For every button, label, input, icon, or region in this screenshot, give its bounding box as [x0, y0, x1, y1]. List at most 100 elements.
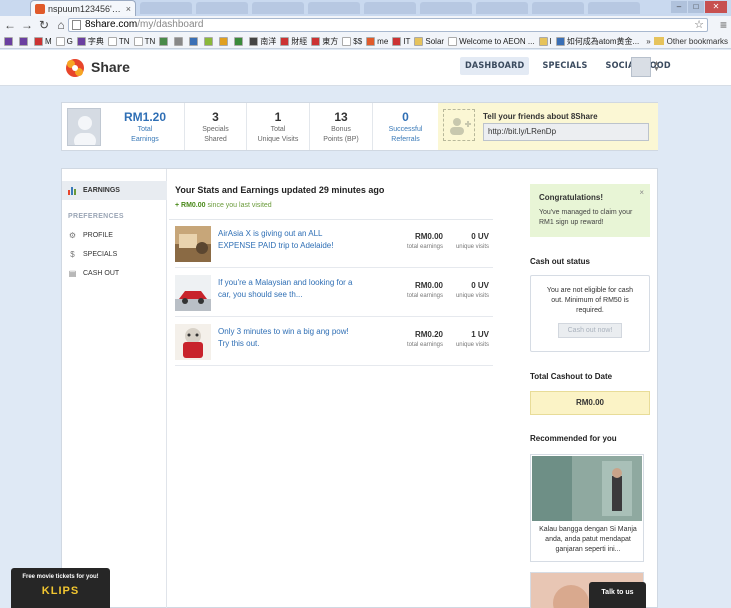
- reload-icon[interactable]: ↻: [37, 18, 51, 32]
- bookmark-icon: [4, 36, 13, 46]
- person-placeholder-icon: [74, 116, 96, 145]
- bookmark-label: $$: [353, 36, 363, 46]
- bookmark-icon: [249, 36, 259, 46]
- deal-title[interactable]: Only 3 minutes to win a big ang pow! Try…: [218, 326, 378, 350]
- klips-logo: KLIPS: [41, 585, 80, 597]
- background-tab[interactable]: [196, 2, 248, 14]
- bookmark-item[interactable]: TN: [107, 36, 130, 46]
- bookmark-label: 財經: [291, 36, 308, 46]
- nav-dashboard[interactable]: DASHBOARD: [460, 57, 530, 75]
- tab-close-icon[interactable]: ×: [126, 4, 131, 14]
- stat-earnings: RM1.20 Total Earnings: [106, 103, 184, 150]
- background-tab[interactable]: [364, 2, 416, 14]
- bookmark-item[interactable]: 字典: [76, 36, 104, 47]
- bookmark-item[interactable]: [204, 36, 215, 46]
- bookmark-item[interactable]: [19, 36, 30, 46]
- background-tab[interactable]: [420, 2, 472, 14]
- back-icon[interactable]: ←: [3, 18, 17, 32]
- deal-row[interactable]: AirAsia X is giving out an ALL EXPENSE P…: [175, 220, 493, 268]
- menu-icon[interactable]: ≡: [720, 18, 727, 32]
- stat-specials-value: 3: [212, 110, 219, 124]
- user-avatar[interactable]: [631, 57, 651, 77]
- invite-link-field[interactable]: http://bit.ly/LRenDp: [483, 123, 649, 141]
- bookmark-item[interactable]: [159, 36, 170, 46]
- home-icon[interactable]: ⌂: [54, 18, 68, 32]
- background-tab[interactable]: [476, 2, 528, 14]
- forward-icon[interactable]: →: [20, 18, 34, 32]
- other-bookmarks-link[interactable]: Other bookmarks: [667, 37, 728, 46]
- sidebar-item-label: EARNINGS: [83, 187, 120, 194]
- bookmark-item[interactable]: [189, 36, 200, 46]
- bookmark-item[interactable]: $$: [342, 36, 363, 46]
- deal-title[interactable]: If you're a Malaysian and looking for a …: [218, 277, 378, 301]
- bookmark-item[interactable]: [174, 36, 185, 46]
- bookmark-icon: [366, 36, 376, 46]
- bookmark-item[interactable]: TN: [133, 36, 155, 46]
- site-header: Share DASHBOARD SPECIALS SOCIAL GOOD ▲ ▼: [0, 50, 731, 86]
- logo[interactable]: Share: [62, 55, 130, 79]
- bookmark-label: Welcome to AEON ...: [459, 36, 535, 46]
- deal-earnings-label: total earnings: [406, 342, 443, 348]
- bookmark-item[interactable]: 如何成為atom黄金...: [555, 36, 639, 47]
- deal-title-line: Only 3 minutes to win a big ang pow!: [218, 327, 349, 336]
- bookmark-item[interactable]: M: [34, 36, 52, 46]
- stat-visits-value: 1: [274, 110, 282, 124]
- nav-specials[interactable]: SPECIALS: [537, 57, 592, 75]
- bookmark-item[interactable]: Solar: [414, 36, 444, 46]
- bookmark-item[interactable]: 南洋: [249, 36, 276, 47]
- tab-title: nspuum123456's Dashboa: [48, 3, 124, 14]
- bookmark-label: 東方: [322, 36, 339, 46]
- bookmark-star-icon[interactable]: ☆: [694, 19, 704, 31]
- bookmark-item[interactable]: 財經: [280, 36, 307, 47]
- stat-referrals-value: 0: [402, 110, 409, 124]
- deal-visits-label: unique visits: [455, 244, 489, 250]
- deal-row[interactable]: Only 3 minutes to win a big ang pow! Try…: [175, 318, 493, 366]
- background-tab[interactable]: [140, 2, 192, 14]
- klips-promo[interactable]: Free movie tickets for you! KLIPS: [11, 568, 110, 608]
- deal-visits: 0 UV unique visits: [449, 281, 489, 299]
- sidebar-item-cash-out[interactable]: ▤ CASH OUT: [68, 269, 119, 278]
- background-tab[interactable]: [308, 2, 360, 14]
- bookmark-item[interactable]: [219, 36, 230, 46]
- recommended-card[interactable]: Kalau bangga dengan Si Manja anda, anda …: [530, 454, 644, 562]
- talk-to-us-button[interactable]: Talk to us: [589, 582, 646, 608]
- url-path: /my/dashboard: [137, 19, 204, 30]
- bookmark-label: me: [377, 36, 389, 46]
- address-bar[interactable]: 8share.com/my/dashboard ☆: [68, 18, 708, 32]
- bookmark-item[interactable]: Welcome to AEON ...: [448, 36, 535, 46]
- deal-title-line: Try this out.: [218, 339, 260, 348]
- cash-out-button[interactable]: Cash out now!: [558, 323, 622, 338]
- deal-title-line: car, you should see th...: [218, 290, 303, 299]
- bookmark-item[interactable]: G: [55, 36, 73, 46]
- folder-icon: [653, 37, 664, 45]
- sidebar-item-profile[interactable]: ⚙ PROFILE: [68, 231, 113, 240]
- stat-earnings-value: RM1.20: [123, 110, 167, 124]
- sidebar-item-specials[interactable]: $ SPECIALS: [68, 250, 117, 259]
- deal-row[interactable]: If you're a Malaysian and looking for a …: [175, 269, 493, 317]
- stat-referrals-label: Referrals: [391, 136, 420, 143]
- bookmark-item[interactable]: [234, 36, 245, 46]
- sidebar-item-earnings[interactable]: EARNINGS: [62, 181, 167, 200]
- bookmarks-overflow: » Other bookmarks: [643, 34, 731, 48]
- deal-title[interactable]: AirAsia X is giving out an ALL EXPENSE P…: [218, 228, 378, 252]
- window-close-icon[interactable]: ✕: [705, 1, 727, 13]
- close-icon[interactable]: ×: [639, 188, 644, 197]
- stat-specials: 3 Specials Shared: [184, 103, 246, 150]
- minimize-icon[interactable]: –: [671, 1, 687, 13]
- bookmark-item[interactable]: 東方: [311, 36, 338, 47]
- bookmark-item[interactable]: IT: [392, 36, 410, 46]
- background-tab[interactable]: [532, 2, 584, 14]
- deal-earnings-value: RM0.20: [414, 330, 443, 339]
- bookmark-item[interactable]: I: [538, 36, 552, 46]
- browser-tab[interactable]: nspuum123456's Dashboa ×: [30, 0, 136, 16]
- bookmark-item[interactable]: me: [366, 36, 389, 46]
- more-bookmarks-button[interactable]: »: [646, 37, 650, 46]
- bookmark-item[interactable]: [4, 36, 15, 46]
- stats-summary: RM1.20 Total Earnings 3 Specials Shared …: [61, 102, 658, 151]
- maximize-icon[interactable]: □: [688, 1, 704, 13]
- bookmark-label: 字典: [87, 36, 104, 46]
- user-menu-caret-icon[interactable]: ▲ ▼: [653, 60, 660, 73]
- background-tab[interactable]: [588, 2, 640, 14]
- background-tab[interactable]: [252, 2, 304, 14]
- page-icon: [72, 20, 81, 30]
